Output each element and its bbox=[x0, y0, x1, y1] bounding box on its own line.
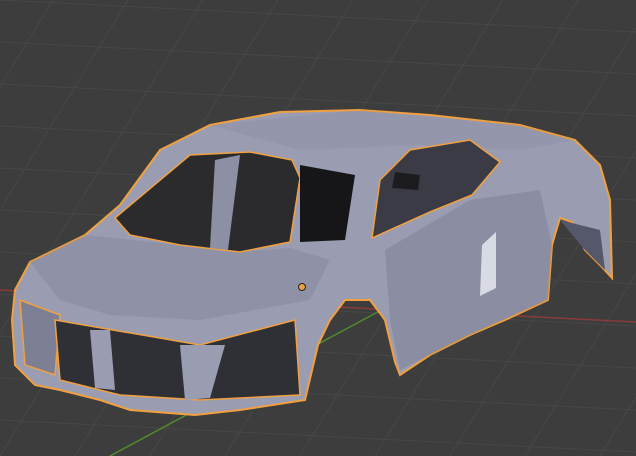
object-origin-point[interactable] bbox=[298, 283, 306, 291]
grid-line-x bbox=[0, 0, 636, 33]
side-window-trim bbox=[392, 172, 420, 190]
viewport-canvas[interactable] bbox=[0, 0, 636, 456]
grid-line-x bbox=[0, 419, 636, 453]
grid-line-y bbox=[599, 396, 636, 456]
3d-viewport[interactable] bbox=[0, 0, 636, 456]
car-body-mesh[interactable] bbox=[10, 108, 614, 417]
windshield-opening bbox=[113, 151, 301, 253]
grid-line-y bbox=[0, 0, 129, 211]
grid-line-y bbox=[0, 0, 54, 87]
